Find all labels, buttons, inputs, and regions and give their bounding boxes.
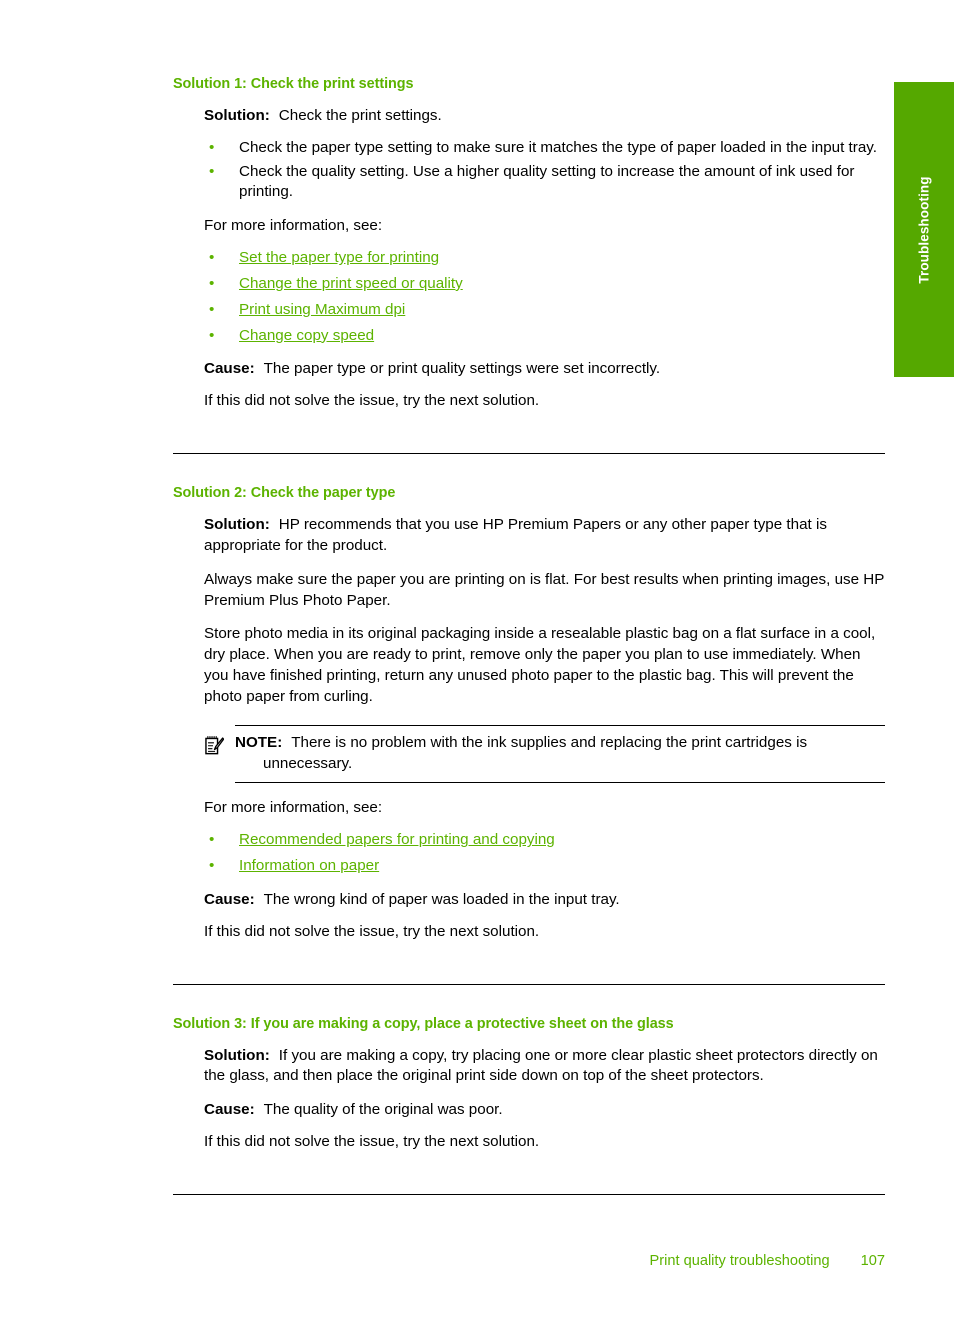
note-body: NOTE: There is no problem with the ink su… xyxy=(235,724,885,784)
section-heading: Solution 2: Check the paper type xyxy=(173,485,396,502)
xref-link-maximum-dpi[interactable]: Print using Maximum dpi xyxy=(239,301,405,318)
list-item: • Change copy speed xyxy=(204,326,885,347)
page-content: Solution 1: Check the print settings Sol… xyxy=(173,75,885,1195)
note-pad-pencil-icon xyxy=(205,735,225,755)
solution-bullet-list: • Check the paper type setting to make s… xyxy=(204,138,885,203)
solution-paragraph: Solution: HP recommends that you use HP P… xyxy=(204,515,885,557)
xref-link-recommended-papers[interactable]: Recommended papers for printing and copy… xyxy=(239,831,555,848)
list-item: • Recommended papers for printing and co… xyxy=(204,830,885,851)
solution-text: HP recommends that you use HP Premium Pa… xyxy=(204,516,827,554)
bullet-icon: • xyxy=(209,249,215,267)
solution-text: Check the print settings. xyxy=(278,107,442,124)
note-paragraph: NOTE: There is no problem with the ink su… xyxy=(235,733,885,775)
cause-paragraph: Cause: The paper type or print quality se… xyxy=(204,359,885,380)
solution-label: Solution: xyxy=(204,1046,270,1064)
cross-reference-list: • Set the paper type for printing • Chan… xyxy=(204,248,885,346)
bullet-icon: • xyxy=(209,300,215,318)
more-info-label: For more information, see: xyxy=(204,799,383,817)
note-callout: NOTE: There is no problem with the ink su… xyxy=(204,724,885,784)
cause-paragraph: Cause: The quality of the original was po… xyxy=(204,1100,885,1121)
note-text: There is no problem with the ink supplie… xyxy=(263,733,808,772)
bullet-icon: • xyxy=(209,274,215,292)
body-paragraph: Store photo media in its original packag… xyxy=(204,625,876,705)
list-item: • Check the quality setting. Use a highe… xyxy=(204,162,885,204)
bullet-icon: • xyxy=(209,138,215,156)
cause-paragraph: Cause: The wrong kind of paper was loaded… xyxy=(204,890,885,911)
cause-text: The paper type or print quality settings… xyxy=(263,360,661,378)
next-solution-text: If this did not solve the issue, try the… xyxy=(204,392,540,410)
section-body: Solution: HP recommends that you use HP P… xyxy=(173,515,885,942)
section-divider xyxy=(173,1193,885,1195)
section-heading: Solution 1: Check the print settings xyxy=(173,76,414,92)
section-body: Solution: Check the print settings. • Che… xyxy=(173,106,885,412)
xref-link-change-print-speed[interactable]: Change the print speed or quality xyxy=(239,275,463,292)
page-footer: Print quality troubleshooting 107 xyxy=(173,1253,885,1269)
bullet-icon: • xyxy=(209,326,215,344)
section-body: Solution: If you are making a copy, try p… xyxy=(173,1046,885,1153)
body-paragraph: Always make sure the paper you are print… xyxy=(204,570,885,609)
next-solution-text: If this did not solve the issue, try the… xyxy=(204,1133,540,1151)
solution-text: If you are making a copy, try placing on… xyxy=(204,1046,878,1085)
solution-paragraph: Solution: Check the print settings. xyxy=(204,106,885,127)
bullet-icon: • xyxy=(209,162,215,180)
footer-title: Print quality troubleshooting xyxy=(649,1253,830,1269)
list-item: • Information on paper xyxy=(204,856,885,877)
cause-label: Cause: xyxy=(204,1101,255,1119)
xref-link-set-paper-type[interactable]: Set the paper type for printing xyxy=(239,249,439,266)
section-solution-1: Solution 1: Check the print settings Sol… xyxy=(173,75,885,412)
bullet-icon: • xyxy=(209,857,215,875)
cause-text: The wrong kind of paper was loaded in th… xyxy=(263,890,620,908)
next-solution-text: If this did not solve the issue, try the… xyxy=(204,922,540,940)
list-item: • Change the print speed or quality xyxy=(204,274,885,295)
solution-paragraph: Solution: If you are making a copy, try p… xyxy=(204,1046,885,1088)
bullet-icon: • xyxy=(209,831,215,849)
side-tab-label: Troubleshooting xyxy=(916,175,932,284)
list-item: • Check the paper type setting to make s… xyxy=(204,138,885,159)
list-item-text: Check the paper type setting to make sur… xyxy=(239,138,877,156)
more-info-label: For more information, see: xyxy=(204,217,383,235)
solution-label: Solution: xyxy=(204,107,270,124)
note-label: NOTE: xyxy=(235,733,283,751)
footer-page-number: 107 xyxy=(860,1253,885,1269)
cause-label: Cause: xyxy=(204,360,255,378)
section-solution-3: Solution 3: If you are making a copy, pl… xyxy=(173,1015,885,1153)
document-page: Troubleshooting Solution 1: Check the pr… xyxy=(0,0,954,1321)
cause-text: The quality of the original was poor. xyxy=(263,1101,503,1119)
side-tab-troubleshooting: Troubleshooting xyxy=(894,82,954,377)
xref-link-information-on-paper[interactable]: Information on paper xyxy=(239,857,379,874)
list-item: • Set the paper type for printing xyxy=(204,248,885,269)
list-item-text: Check the quality setting. Use a higher … xyxy=(239,162,855,201)
solution-label: Solution: xyxy=(204,516,270,534)
list-item: • Print using Maximum dpi xyxy=(204,300,885,321)
section-solution-2: Solution 2: Check the paper type Solutio… xyxy=(173,484,885,942)
section-heading: Solution 3: If you are making a copy, pl… xyxy=(173,1015,674,1032)
cross-reference-list: • Recommended papers for printing and co… xyxy=(204,830,885,877)
xref-link-change-copy-speed[interactable]: Change copy speed xyxy=(239,327,374,344)
cause-label: Cause: xyxy=(204,890,255,908)
